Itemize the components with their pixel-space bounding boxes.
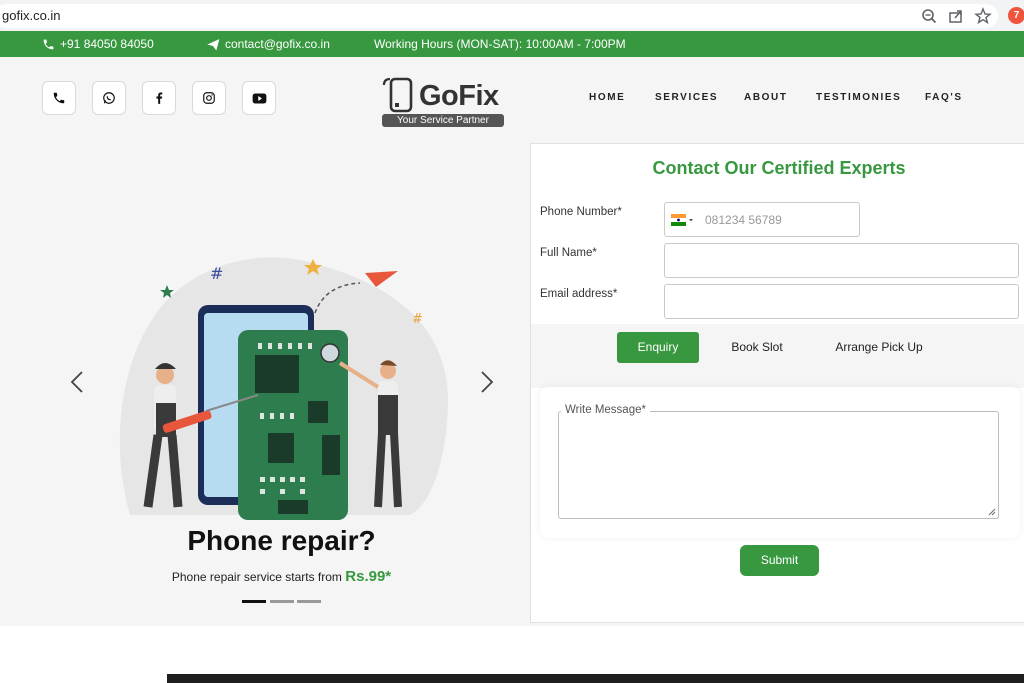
nav-testimonies[interactable]: TESTIMONIES [816, 92, 901, 103]
address-bar[interactable]: gofix.co.in [0, 4, 998, 28]
carousel-dot[interactable] [297, 600, 321, 603]
nav-about[interactable]: ABOUT [744, 92, 788, 103]
phone-logo-icon [382, 77, 413, 113]
full-name-input[interactable] [664, 243, 1019, 278]
message-label: Write Message* [561, 404, 650, 416]
browser-toolbar: gofix.co.in 7 [0, 0, 1024, 31]
message-textarea[interactable] [558, 411, 999, 519]
hero-price: Rs.99* [345, 568, 392, 585]
phone-icon [43, 39, 54, 49]
contact-strip: +91 84050 84050 contact@gofix.co.in Work… [0, 31, 1024, 57]
topbar-email-text: contact@gofix.co.in [225, 37, 330, 51]
resize-handle-icon[interactable] [988, 508, 996, 516]
carousel-dot-active[interactable] [242, 600, 266, 603]
phone-label: Phone Number* [540, 206, 622, 218]
form-tabs: Enquiry Book Slot Arrange Pick Up [531, 324, 1024, 388]
youtube-icon [252, 93, 266, 103]
extension-icon[interactable]: 7 [1008, 7, 1024, 24]
svg-text:#: # [412, 312, 423, 327]
nav-faqs[interactable]: FAQ'S [925, 92, 963, 103]
paper-plane-icon [207, 38, 220, 51]
phone-icon [53, 92, 65, 104]
contact-form-panel: Contact Our Certified Experts Phone Numb… [530, 143, 1024, 623]
bookmark-star-icon[interactable] [974, 7, 992, 25]
phone-input[interactable]: 081234 56789 [664, 202, 860, 237]
phone-placeholder: 081234 56789 [705, 213, 782, 227]
phone-repair-illustration: # # [119, 257, 449, 520]
share-icon[interactable] [947, 7, 965, 25]
carousel-prev-icon[interactable] [68, 370, 88, 394]
email-input[interactable] [664, 284, 1019, 319]
topbar-phone-text: +91 84050 84050 [60, 37, 154, 51]
topbar-phone[interactable]: +91 84050 84050 [42, 37, 154, 51]
gofix-logo[interactable]: GoFix Your Service Partner [381, 76, 505, 128]
topbar-hours: Working Hours (MON-SAT): 10:00AM - 7:00P… [374, 37, 626, 51]
nav-home[interactable]: HOME [589, 92, 625, 103]
url-text[interactable]: gofix.co.in [2, 8, 61, 23]
whatsapp-social-button[interactable] [92, 81, 126, 115]
form-title: Contact Our Certified Experts [652, 158, 906, 178]
facebook-icon [156, 92, 163, 104]
full-name-label: Full Name* [540, 247, 597, 259]
tab-enquiry[interactable]: Enquiry [617, 332, 699, 363]
india-flag-icon[interactable] [671, 214, 695, 226]
logo-name: GoFix [419, 80, 499, 112]
whatsapp-icon [103, 92, 115, 104]
svg-text:#: # [210, 264, 223, 283]
youtube-social-button[interactable] [242, 81, 276, 115]
email-label: Email address* [540, 288, 618, 300]
page-content: GoFix Your Service Partner HOME SERVICES… [0, 57, 1024, 626]
phone-social-button[interactable] [42, 81, 76, 115]
instagram-social-button[interactable] [192, 81, 226, 115]
submit-button[interactable]: Submit [740, 545, 819, 576]
nav-services[interactable]: SERVICES [655, 92, 718, 103]
zoom-icon[interactable] [920, 7, 938, 25]
carousel-dot[interactable] [270, 600, 294, 603]
topbar-email[interactable]: contact@gofix.co.in [207, 37, 330, 51]
tab-book-slot[interactable]: Book Slot [721, 332, 793, 363]
facebook-social-button[interactable] [142, 81, 176, 115]
instagram-icon [203, 92, 215, 104]
topbar-hours-text: Working Hours (MON-SAT): 10:00AM - 7:00P… [374, 37, 626, 51]
hero-subtitle-text: Phone repair service starts from [171, 570, 342, 584]
message-card: Write Message* [540, 387, 1020, 538]
hero-title: Phone repair? [187, 525, 376, 556]
hero-subtitle: Phone repair service starts from Rs.99* [100, 568, 463, 585]
tab-arrange-pick-up[interactable]: Arrange Pick Up [827, 332, 931, 363]
carousel-next-icon[interactable] [476, 370, 496, 394]
logo-tagline: Your Service Partner [382, 114, 504, 127]
taskbar [167, 674, 1024, 683]
